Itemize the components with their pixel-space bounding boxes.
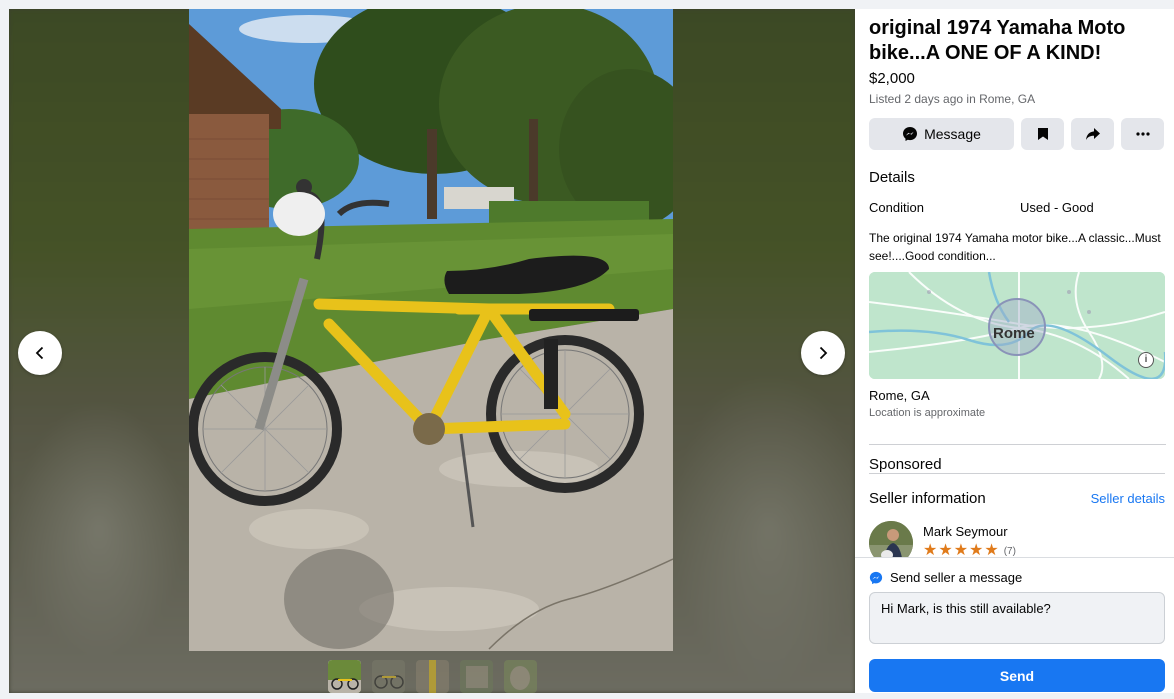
listing-details-panel: original 1974 Yamaha Moto bike...A ONE O… bbox=[855, 9, 1174, 693]
thumbnail[interactable] bbox=[372, 660, 405, 693]
media-viewer bbox=[9, 9, 855, 693]
marketplace-listing-page: original 1974 Yamaha Moto bike...A ONE O… bbox=[0, 0, 1174, 699]
seller-details-link[interactable]: Seller details bbox=[1091, 491, 1165, 506]
save-button[interactable] bbox=[1021, 118, 1064, 150]
star-icon: ★ bbox=[938, 542, 953, 558]
composer-heading: Send seller a message bbox=[890, 570, 1023, 585]
messenger-icon bbox=[869, 571, 883, 584]
thumbnail[interactable] bbox=[328, 660, 361, 693]
seller-rating: ★ ★ ★ ★ ★ (7) bbox=[923, 542, 1016, 558]
chevron-right-icon bbox=[819, 346, 828, 360]
share-icon bbox=[1085, 128, 1100, 140]
more-options-button[interactable] bbox=[1121, 118, 1164, 150]
listing-price: $2,000 bbox=[869, 70, 915, 87]
message-button[interactable]: Message bbox=[869, 118, 1014, 150]
seller-info-heading: Seller information bbox=[869, 490, 986, 507]
info-icon[interactable]: i bbox=[1138, 352, 1154, 368]
star-icon: ★ bbox=[969, 542, 984, 558]
section-divider bbox=[869, 473, 1165, 474]
seller-card: Mark Seymour ★ ★ ★ ★ ★ (7) bbox=[869, 521, 1165, 557]
share-button[interactable] bbox=[1071, 118, 1114, 150]
seller-meta: Mark Seymour ★ ★ ★ ★ ★ (7) bbox=[923, 521, 1016, 557]
seller-info-header: Seller information Seller details bbox=[869, 490, 1165, 507]
listing-description: The original 1974 Yamaha motor bike...A … bbox=[869, 231, 1161, 263]
composer-header: Send seller a message bbox=[869, 570, 1165, 585]
thumbnail[interactable] bbox=[460, 660, 493, 693]
location-map[interactable]: Rome i bbox=[869, 272, 1165, 379]
next-photo-button[interactable] bbox=[801, 331, 845, 375]
previous-photo-button[interactable] bbox=[18, 331, 62, 375]
listing-meta: Listed 2 days ago in Rome, GA bbox=[869, 92, 1036, 106]
message-composer: Send seller a message Hi Mark, is this s… bbox=[855, 557, 1174, 693]
details-scroll-area[interactable]: original 1974 Yamaha Moto bike...A ONE O… bbox=[855, 9, 1174, 557]
star-icon: ★ bbox=[953, 542, 969, 558]
star-icon: ★ bbox=[923, 542, 938, 558]
bookmark-icon bbox=[1037, 128, 1048, 140]
messenger-icon bbox=[903, 127, 918, 141]
details-heading: Details bbox=[869, 169, 915, 186]
message-button-label: Message bbox=[924, 126, 981, 142]
seller-avatar[interactable] bbox=[869, 521, 913, 557]
rating-count[interactable]: (7) bbox=[1004, 546, 1016, 557]
more-icon bbox=[1135, 132, 1150, 136]
chevron-left-icon bbox=[35, 346, 44, 360]
action-buttons: Message bbox=[869, 118, 1165, 150]
location-note: Location is approximate bbox=[869, 407, 986, 419]
map-city-label: Rome bbox=[993, 325, 1035, 342]
condition-label: Condition bbox=[869, 200, 924, 215]
sponsored-heading: Sponsored bbox=[869, 456, 942, 473]
bike-photo-image bbox=[189, 9, 673, 651]
thumbnail[interactable] bbox=[504, 660, 537, 693]
condition-value: Used - Good bbox=[1020, 200, 1094, 215]
listing-title: original 1974 Yamaha Moto bike...A ONE O… bbox=[869, 17, 1126, 64]
section-divider bbox=[869, 444, 1166, 445]
thumbnail-strip bbox=[328, 660, 537, 693]
thumbnail[interactable] bbox=[416, 660, 449, 693]
send-button[interactable]: Send bbox=[869, 659, 1165, 692]
listing-photo[interactable] bbox=[189, 9, 673, 651]
condition-row: Condition Used - Good bbox=[869, 200, 1165, 215]
star-icon: ★ bbox=[984, 542, 999, 558]
seller-name[interactable]: Mark Seymour bbox=[923, 524, 1016, 539]
location-text: Rome, GA bbox=[869, 388, 930, 403]
message-input[interactable]: Hi Mark, is this still available? bbox=[869, 592, 1165, 644]
